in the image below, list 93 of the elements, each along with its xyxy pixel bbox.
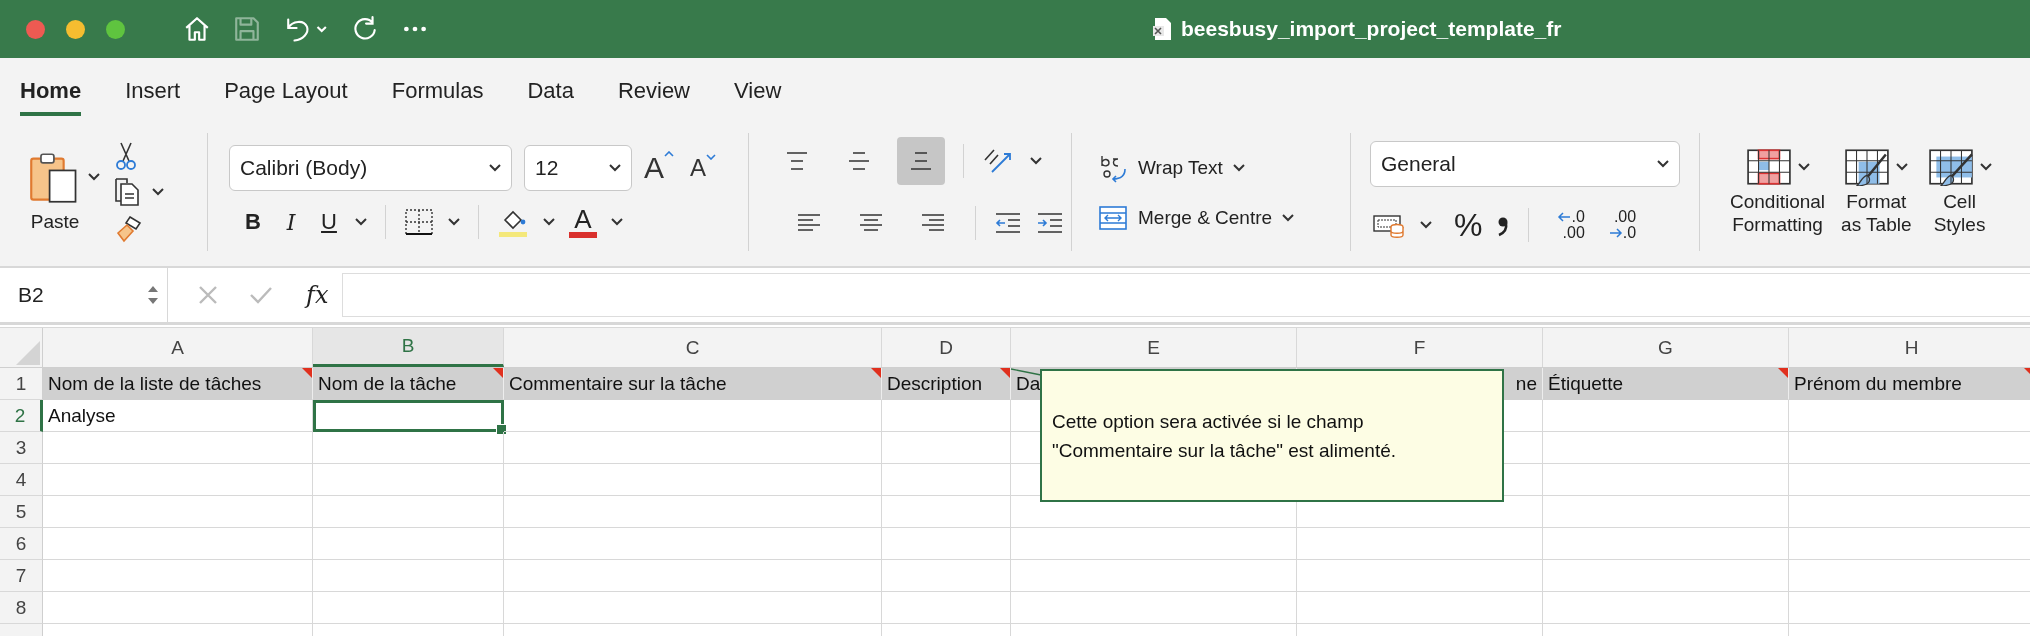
percent-style-button[interactable]: %	[1454, 206, 1483, 244]
spreadsheet-file-icon	[1153, 17, 1173, 41]
table-cell: Prénom du membre	[1789, 368, 2030, 400]
redo-icon[interactable]	[351, 15, 379, 43]
copy-icon[interactable]	[114, 177, 140, 207]
increase-font-size-button[interactable]: A	[644, 151, 674, 185]
wrap-text-button[interactable]: Wrap Text	[1098, 153, 1350, 183]
formula-input[interactable]	[342, 273, 2030, 317]
ribbon-tab[interactable]: Data	[527, 68, 574, 116]
row-header[interactable]: 1	[0, 368, 43, 400]
caret-icon[interactable]	[88, 173, 100, 181]
align-lines-icon	[846, 149, 872, 173]
borders-icon[interactable]	[404, 207, 434, 237]
conditional-formatting-button[interactable]: Conditional Formatting	[1730, 148, 1826, 236]
row-header[interactable]: 5	[0, 496, 43, 528]
caret-icon[interactable]	[152, 188, 164, 196]
decrease-decimal-button[interactable]: .00 .0	[1608, 209, 1637, 241]
name-box[interactable]: B2	[0, 267, 168, 323]
caret-icon	[1282, 214, 1295, 222]
merge-centre-button[interactable]: Merge & Centre	[1098, 205, 1350, 231]
table-cell: Nom de la tâche	[313, 368, 504, 400]
column-header[interactable]: H	[1789, 328, 2030, 367]
caret-icon	[1797, 163, 1810, 171]
table-grid-icon	[1844, 148, 1891, 186]
ribbon-tab[interactable]: Formulas	[391, 68, 484, 116]
ribbon-tab[interactable]: Insert	[125, 68, 181, 116]
row-header[interactable]: 7	[0, 560, 43, 592]
caret-icon	[706, 154, 717, 160]
font-family-dropdown[interactable]: Calibri (Body)	[229, 145, 512, 191]
table-cell: Analyse	[43, 400, 313, 432]
font-color-button[interactable]: A	[569, 206, 597, 238]
format-painter-icon[interactable]	[114, 213, 144, 243]
ribbon-tab[interactable]: Home	[20, 68, 82, 116]
caret-icon[interactable]	[611, 218, 623, 226]
leader-line	[1010, 368, 1042, 376]
row-header[interactable]: 4	[0, 464, 43, 496]
merge-cells-icon	[1098, 205, 1128, 231]
minimize-button[interactable]	[66, 19, 85, 39]
comment-popup: Cette option sera activée si le champ "Commentaire sur la tâche" est alimenté.	[1040, 369, 1504, 502]
arrow-icon	[1557, 212, 1572, 222]
align-lines-icon	[784, 149, 810, 173]
format-as-table-button[interactable]: Format as Table	[1841, 148, 1912, 236]
column-header[interactable]: G	[1543, 328, 1789, 367]
selected-cell[interactable]	[313, 400, 504, 432]
column-header[interactable]: B	[313, 328, 504, 367]
decrease-font-size-button[interactable]: A	[690, 154, 717, 182]
table-cell: Étiquette	[1543, 368, 1789, 400]
row-header[interactable]: 6	[0, 528, 43, 560]
caret-icon	[609, 164, 621, 172]
column-header[interactable]: E	[1011, 328, 1297, 367]
underline-button[interactable]: U	[317, 209, 341, 235]
table-cell: Nom de la liste de tâches	[43, 368, 313, 400]
align-bottom-button[interactable]	[897, 137, 945, 185]
italic-button[interactable]: I	[279, 209, 303, 235]
caret-icon	[1657, 159, 1669, 168]
window-title: beesbusy_import_project_template_fr	[1181, 17, 1562, 41]
column-header[interactable]: C	[504, 328, 882, 367]
caret-icon	[1896, 163, 1909, 171]
table-cell: Commentaire sur la tâche	[504, 368, 882, 400]
caret-icon[interactable]	[1420, 221, 1432, 229]
paste-button[interactable]: Paste	[28, 151, 82, 233]
increase-decimal-button[interactable]: .0 .00	[1557, 209, 1585, 241]
table-cell: Description	[882, 368, 1011, 400]
home-icon[interactable]	[183, 15, 211, 43]
ribbon-tab[interactable]: Page Layout	[224, 68, 348, 116]
caret-icon	[664, 151, 674, 157]
cut-icon[interactable]	[114, 141, 138, 171]
caret-icon	[1979, 163, 1992, 171]
font-size-dropdown[interactable]: 12	[524, 145, 632, 191]
caret-icon	[489, 164, 501, 172]
column-header[interactable]: F	[1297, 328, 1543, 367]
row-header[interactable]: 8	[0, 592, 43, 624]
caret-icon[interactable]	[355, 218, 367, 226]
caret-icon[interactable]	[448, 218, 460, 226]
row-header[interactable]: 3	[0, 432, 43, 464]
bold-button[interactable]: B	[241, 209, 265, 235]
table-grid-icon	[1745, 148, 1792, 186]
caret-icon	[1232, 164, 1245, 172]
align-lines-icon	[908, 149, 934, 173]
row-header[interactable]: 2	[0, 400, 43, 432]
number-format-dropdown[interactable]: General	[1370, 140, 1680, 187]
wrap-text-icon	[1098, 153, 1128, 183]
table-grid-icon	[1927, 148, 1974, 186]
caret-icon[interactable]	[1030, 157, 1042, 165]
ribbon-tab[interactable]: Review	[617, 68, 690, 116]
increase-indent-icon[interactable]	[1036, 211, 1064, 235]
cell-styles-button[interactable]: Cell Styles	[1927, 148, 1992, 236]
arrow-icon	[1608, 228, 1623, 238]
ribbon-tab[interactable]: View	[734, 68, 782, 116]
insert-function-button[interactable]: fx	[306, 281, 329, 309]
caret-icon[interactable]	[543, 218, 555, 226]
decrease-indent-icon[interactable]	[994, 211, 1022, 235]
column-header[interactable]: D	[882, 328, 1011, 367]
